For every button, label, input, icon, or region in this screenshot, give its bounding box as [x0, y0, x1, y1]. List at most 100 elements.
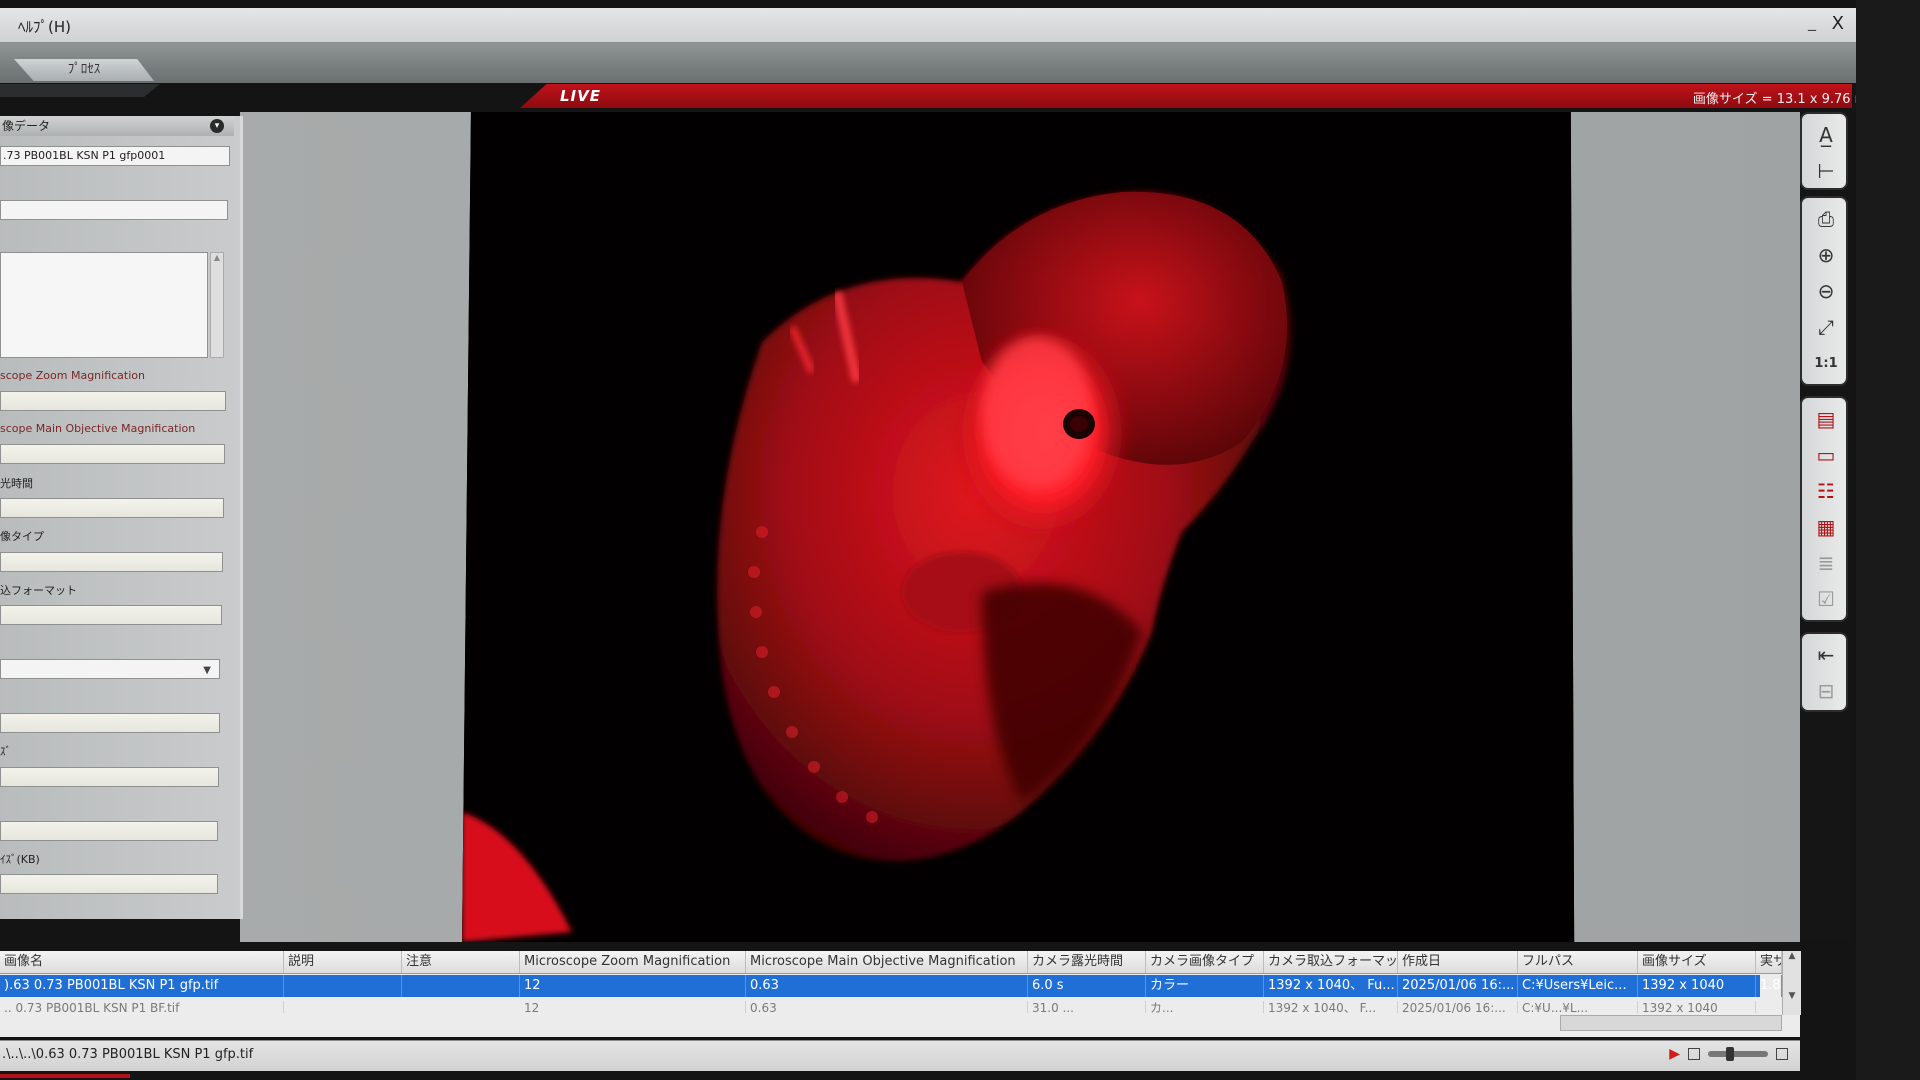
exposure-time-field[interactable] [0, 498, 224, 518]
column-header[interactable]: 注意 [402, 951, 520, 973]
capture-format-label: 込フォーマット [0, 584, 77, 597]
status-bar: .\..\..\0.63 0.73 PB001BL KSN P1 gfp.tif… [0, 1040, 1800, 1071]
column-header[interactable]: フルパス [1518, 951, 1638, 973]
zoom-magnification-label: scope Zoom Magnification [0, 369, 145, 382]
status-file-path: .\..\..\0.63 0.73 PB001BL KSN P1 gfp.tif [2, 1047, 254, 1062]
fullscreen-icon[interactable] [1776, 1048, 1788, 1060]
tab-process[interactable]: ﾌﾟﾛｾｽ [14, 59, 154, 81]
notes-scrollbar[interactable]: ▲ [210, 252, 224, 358]
grid-view-icon[interactable]: ▦ [1810, 512, 1842, 542]
file-size-field[interactable] [0, 874, 218, 894]
table-view-icon[interactable]: ☷ [1810, 476, 1842, 506]
table-cell: カ... [1146, 1001, 1264, 1013]
table-cell: ).63 0.73 PB001BL KSN P1 gfp.tif [0, 975, 284, 997]
column-header[interactable]: 画像サイズ [1638, 951, 1756, 973]
full-path-field[interactable] [0, 713, 220, 733]
save-icon[interactable]: ⊟ [1810, 676, 1842, 706]
actual-size-icon[interactable]: 1:1 [1810, 348, 1842, 378]
minimize-button[interactable]: _ [1808, 12, 1816, 31]
column-header[interactable]: カメラ取込フォーマット [1264, 951, 1398, 973]
toolgroup-annotate: A̲ ⊢ [1800, 112, 1848, 190]
progress-indicator [0, 1074, 130, 1078]
notes-textarea[interactable] [0, 252, 208, 358]
actual-size-field[interactable] [0, 821, 218, 841]
fluorescence-image [462, 112, 1575, 942]
table-row-selected[interactable]: ).63 0.73 PB001BL KSN P1 gfp.tif 12 0.63… [0, 975, 1782, 997]
table-row[interactable]: .. 0.73 PB001BL KSN P1 BF.tif 12 0.63 31… [0, 999, 1760, 1013]
column-header[interactable]: Microscope Zoom Magnification [520, 951, 746, 973]
scroll-up-icon[interactable]: ▲ [1783, 951, 1801, 961]
image-properties-panel: 像データ ▾ .73 PB001BL KSN P1 gfp0001 ▲ scop… [0, 116, 243, 919]
objective-magnification-label: scope Main Objective Magnification [0, 422, 196, 435]
column-header[interactable]: カメラ露光時間 [1028, 951, 1146, 973]
toolgroup-panel: ⇤ ⊟ [1800, 632, 1848, 712]
column-header[interactable]: 画像名 [0, 951, 284, 973]
table-cell: 1392 x 1040 [1638, 1001, 1756, 1013]
text-annotate-icon[interactable]: A̲ [1810, 120, 1842, 150]
live-image-view[interactable] [462, 112, 1575, 942]
workflow-tab-strip: ﾌﾟﾛｾｽ [0, 43, 1856, 83]
menu-help[interactable]: ﾍﾙﾌﾟ(H) [18, 16, 71, 37]
table-cell: C:¥U...¥L... [1518, 1001, 1638, 1013]
toolgroup-layout: ▤ ▭ ☷ ▦ ≣ ☑ [1800, 396, 1848, 622]
table-header: 画像名 説明 注意 Microscope Zoom Magnification … [0, 951, 1782, 974]
tab-underline [0, 84, 160, 97]
column-header[interactable]: 作成日 [1398, 951, 1518, 973]
status-controls: ▶ [1669, 1046, 1788, 1062]
table-cell: カラー [1146, 975, 1264, 997]
fit-window-icon[interactable]: ⤢ [1810, 312, 1842, 342]
table-cell: 1.8 [1756, 975, 1782, 997]
image-size-field[interactable] [0, 767, 219, 787]
column-header[interactable]: Microscope Main Objective Magnification [746, 951, 1028, 973]
play-icon[interactable]: ▶ [1669, 1046, 1680, 1062]
fit-icon[interactable] [1688, 1048, 1700, 1060]
report-icon[interactable]: ▤ [1810, 404, 1842, 434]
single-view-icon[interactable]: ▭ [1810, 440, 1842, 470]
table-cell: 12 [520, 1001, 746, 1013]
column-header[interactable]: カメラ画像タイプ [1146, 951, 1264, 973]
table-horizontal-scrollbar[interactable] [1560, 1015, 1782, 1031]
zoom-in-icon[interactable]: ⊕ [1810, 240, 1842, 270]
description-field[interactable] [0, 200, 228, 220]
table-cell: 1392 x 1040、 F... [1264, 1001, 1398, 1013]
close-button[interactable]: X [1832, 13, 1844, 34]
zoom-magnification-field[interactable] [0, 391, 226, 411]
table-cell: 2025/01/06 16:... [1398, 975, 1518, 997]
table-cell: 31.0 ... [1028, 1001, 1146, 1013]
live-status-bar: LIVE [520, 84, 1852, 108]
image-type-field[interactable] [0, 552, 223, 572]
zoom-out-icon[interactable]: ⊖ [1810, 276, 1842, 306]
table-cell: .. 0.73 PB001BL KSN P1 BF.tif [0, 1001, 284, 1013]
exposure-time-label: 光時間 [0, 477, 33, 490]
scroll-down-icon[interactable]: ▼ [1783, 991, 1801, 1001]
column-header[interactable]: 説明 [284, 951, 402, 973]
image-type-label: 像タイプ [0, 530, 44, 543]
image-name-field[interactable]: .73 PB001BL KSN P1 gfp0001 [0, 146, 230, 166]
date-combo[interactable]: ▼ [0, 659, 220, 679]
right-toolbar: A̲ ⊢ ⎙ ⊕ ⊖ ⤢ 1:1 ▤ ▭ ☷ ▦ ≣ ☑ ⇤ ⊟ [1800, 112, 1852, 942]
table-cell: 2025/01/06 16:... [1398, 1001, 1518, 1013]
zoom-slider[interactable] [1708, 1047, 1768, 1061]
table-cell: 1392 x 1040 [1638, 975, 1756, 997]
menu-bar: ﾍﾙﾌﾟ(H) _ X [0, 8, 1856, 43]
snapshot-icon[interactable]: ⎙ [1810, 204, 1842, 234]
image-size-readout: 画像サイズ = 13.1 x 9.76 mm [1692, 92, 1880, 107]
collapse-panel-icon[interactable]: ⇤ [1810, 640, 1842, 670]
table-cell [284, 975, 402, 997]
table-cell: 1392 x 1040、 Fu... [1264, 975, 1398, 997]
checklist-icon[interactable]: ☑ [1810, 584, 1842, 614]
table-vertical-scrollbar[interactable]: ▲ ▼ [1782, 951, 1801, 1015]
scroll-up-icon: ▲ [213, 253, 221, 262]
chevron-down-icon[interactable]: ▼ [203, 662, 211, 678]
table-cell: 6.0 s [1028, 975, 1146, 997]
table-cell: C:¥Users¥Leic... [1518, 975, 1638, 997]
table-cell: 12 [520, 975, 746, 997]
info-list-icon[interactable]: ≣ [1810, 548, 1842, 578]
hierarchy-icon[interactable]: ⊢ [1810, 156, 1842, 186]
panel-close-icon[interactable]: ▾ [210, 119, 224, 133]
table-cell: 0.63 [746, 975, 1028, 997]
column-header[interactable]: 実サ [1756, 951, 1782, 973]
objective-magnification-field[interactable] [0, 444, 225, 464]
toolgroup-view: ⎙ ⊕ ⊖ ⤢ 1:1 [1800, 196, 1848, 386]
capture-format-field[interactable] [0, 605, 222, 625]
